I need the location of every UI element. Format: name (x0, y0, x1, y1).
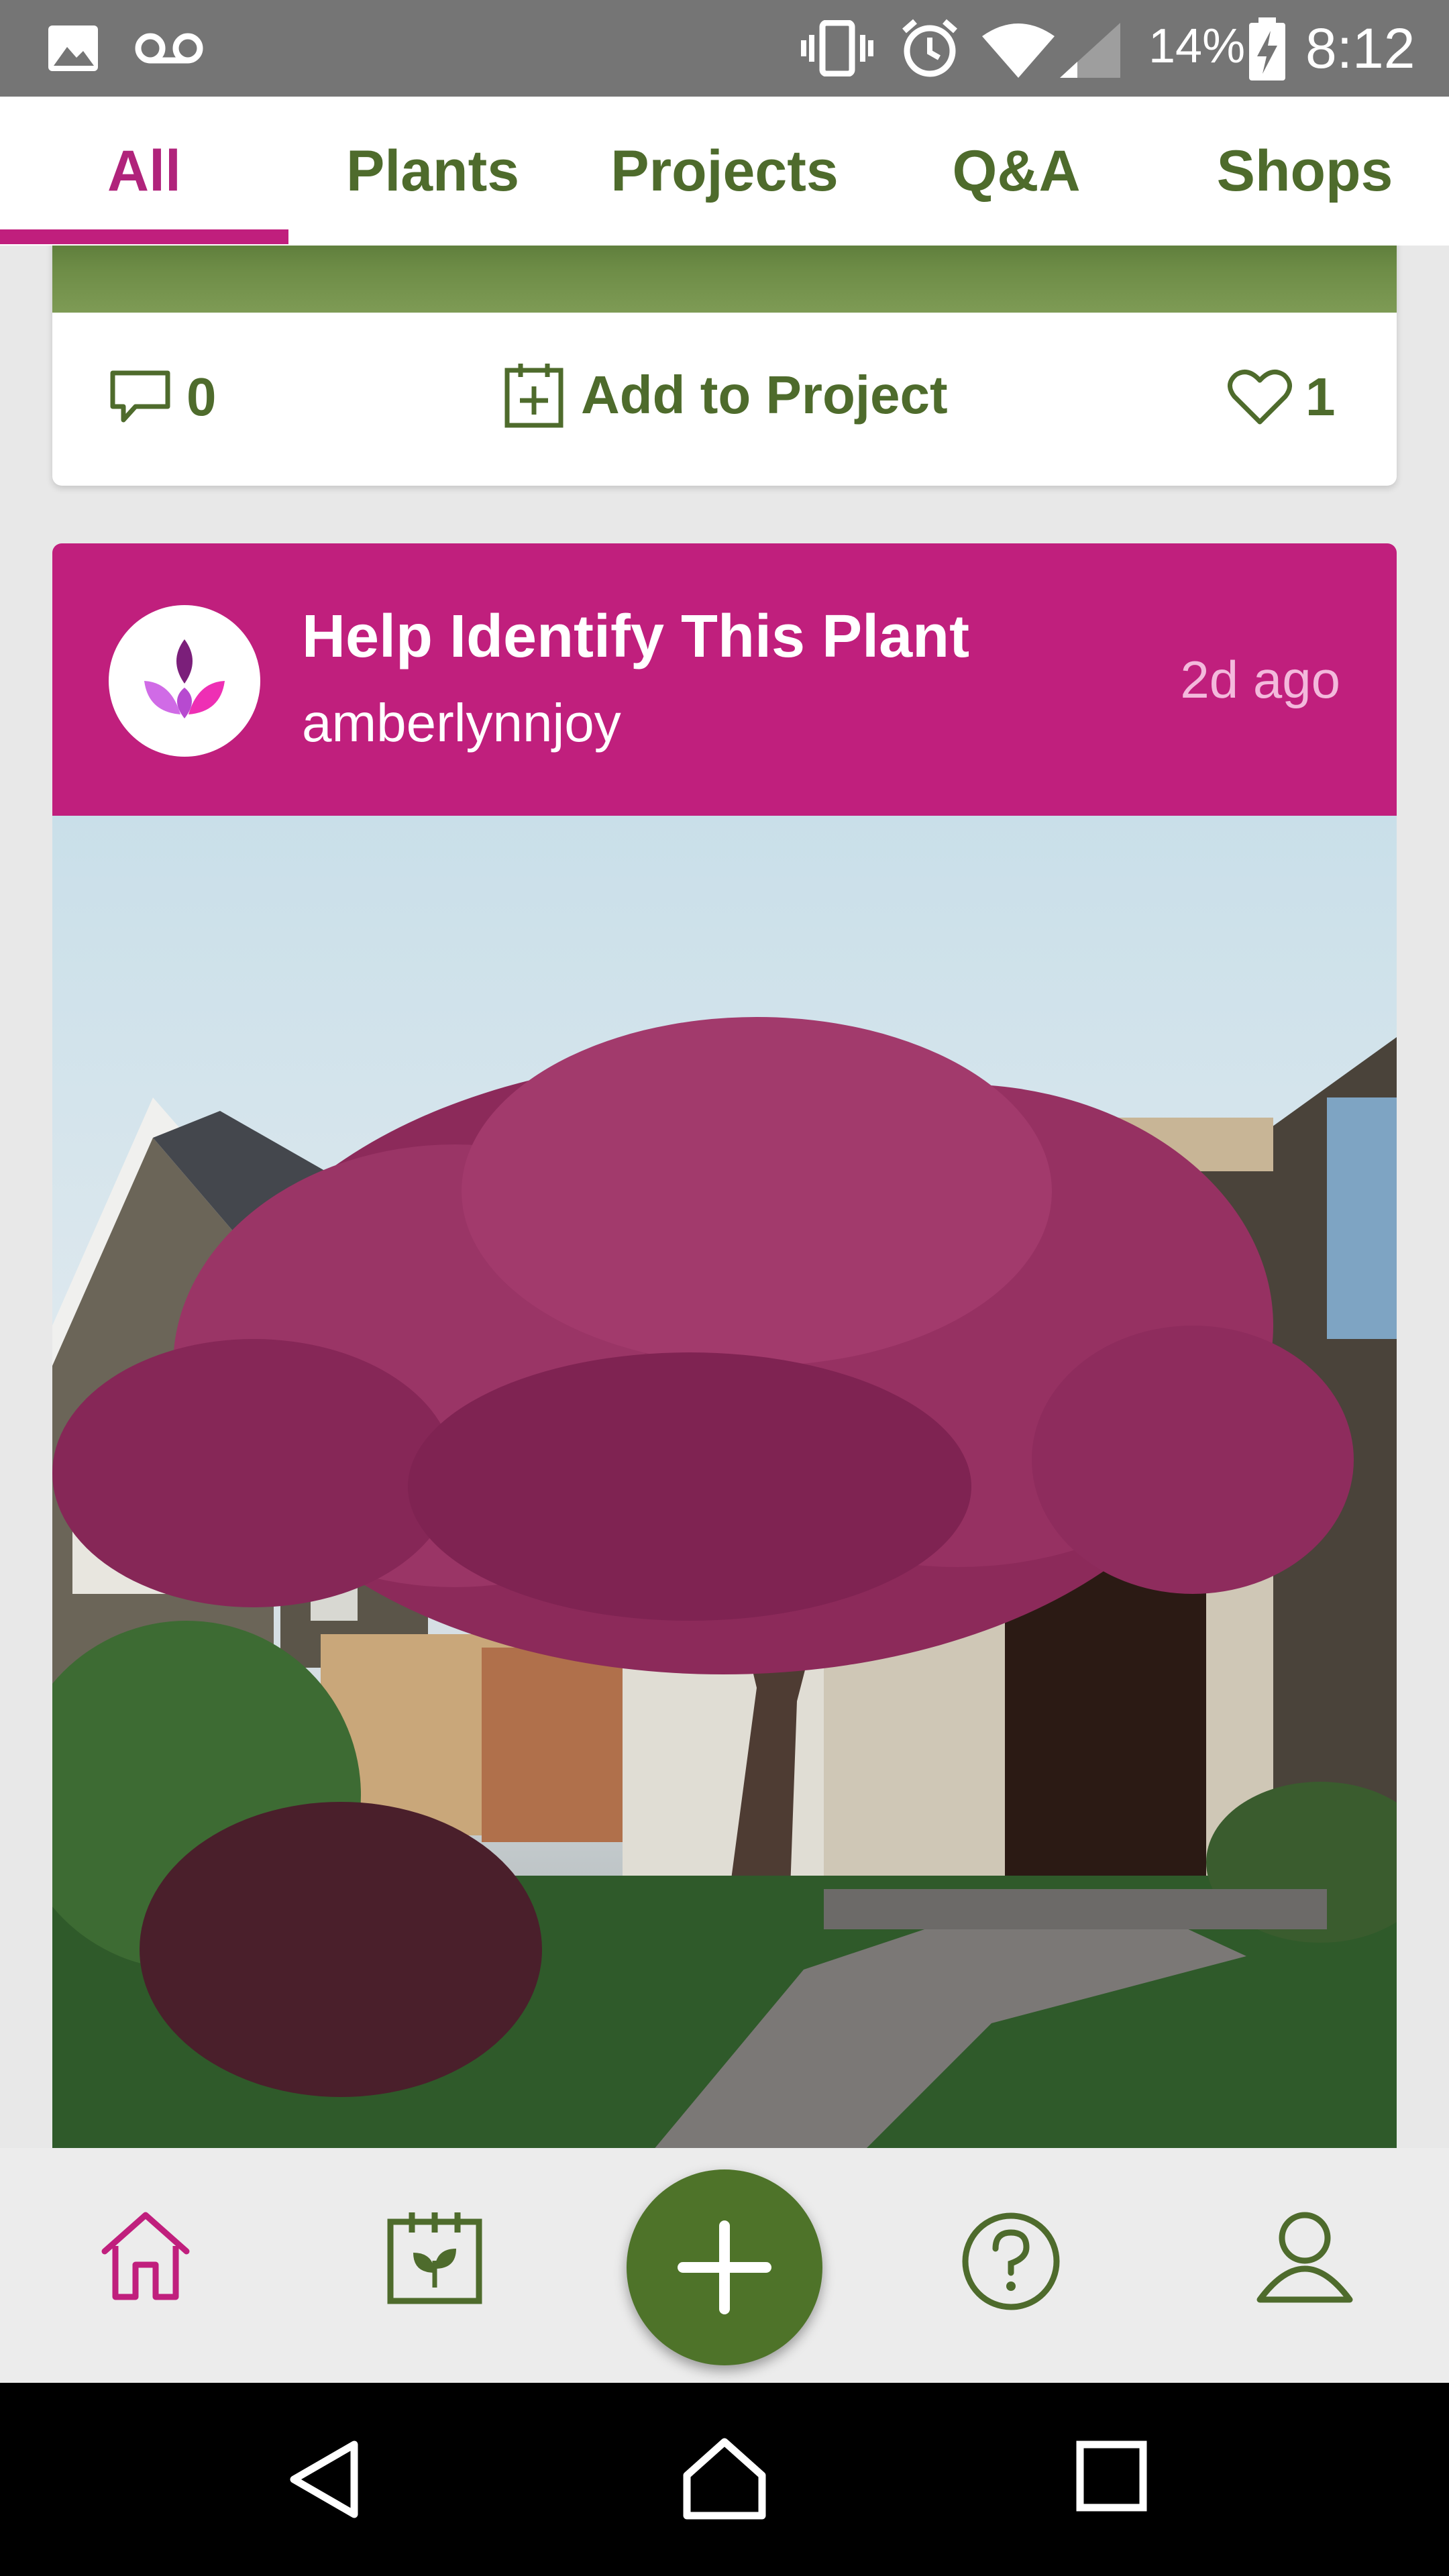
comment-count: 0 (186, 367, 217, 427)
post-header[interactable]: Help Identify This Plant amberlynnjoy 2d… (52, 543, 1397, 816)
clock: 8:12 (1305, 17, 1415, 80)
alarm-icon (902, 19, 957, 77)
system-navigation-bar (0, 2383, 1449, 2576)
recents-icon[interactable] (1076, 2440, 1147, 2512)
tab-qa[interactable]: Q&A (872, 97, 1161, 246)
signal-icon (1060, 23, 1120, 78)
like-button[interactable]: 1 (1228, 366, 1336, 428)
battery-percent: 14% (1148, 19, 1246, 73)
battery-charging-icon (1249, 17, 1285, 80)
flowering-tree-photo (52, 1017, 1397, 2148)
previous-post-card: 0 Add to Project 1 (52, 246, 1397, 486)
tab-all-label: All (107, 138, 181, 203)
tab-plants-label: Plants (345, 138, 520, 203)
previous-post-image[interactable] (52, 246, 1397, 313)
back-icon[interactable] (287, 2439, 362, 2520)
question-icon[interactable] (961, 2211, 1061, 2312)
heart-icon (1228, 370, 1292, 425)
lotus-logo-icon (144, 639, 225, 718)
add-to-project-button[interactable]: Add to Project (503, 362, 948, 428)
profile-icon[interactable] (1256, 2208, 1354, 2306)
garden-journal-icon[interactable] (386, 2208, 483, 2305)
tab-shops-label: Shops (1216, 138, 1393, 203)
post-time: 2d ago (1180, 650, 1340, 709)
vibrate-icon (801, 20, 873, 76)
feed[interactable]: 0 Add to Project 1 Help Identify This Pl… (0, 246, 1449, 2148)
tab-projects[interactable]: Projects (577, 97, 872, 246)
post-card: Help Identify This Plant amberlynnjoy 2d… (52, 543, 1397, 2148)
comment-button[interactable]: 0 (109, 366, 217, 428)
home-icon[interactable] (682, 2436, 767, 2520)
active-tab-indicator (0, 229, 288, 244)
tab-plants[interactable]: Plants (288, 97, 577, 246)
tab-qa-label: Q&A (952, 138, 1081, 203)
post-title: Help Identify This Plant (302, 603, 970, 670)
post-photo[interactable] (52, 816, 1397, 2148)
wifi-icon (982, 23, 1055, 78)
status-bar: 14% 8:12 (0, 0, 1449, 97)
home-icon[interactable] (98, 2208, 193, 2304)
plus-icon (678, 2220, 771, 2314)
tab-all[interactable]: All (0, 97, 288, 246)
avatar[interactable] (109, 605, 260, 757)
comment-icon (110, 370, 170, 423)
like-count: 1 (1305, 367, 1336, 427)
post-author[interactable]: amberlynnjoy (302, 692, 621, 754)
tab-shops[interactable]: Shops (1161, 97, 1449, 246)
voicemail-icon (135, 33, 203, 64)
tab-projects-label: Projects (610, 138, 839, 203)
image-icon (48, 25, 98, 71)
add-to-project-icon (504, 364, 564, 428)
add-to-project-label: Add to Project (581, 365, 948, 425)
add-post-button[interactable] (627, 2169, 822, 2365)
category-tabs: All Plants Projects Q&A Shops (0, 97, 1449, 246)
